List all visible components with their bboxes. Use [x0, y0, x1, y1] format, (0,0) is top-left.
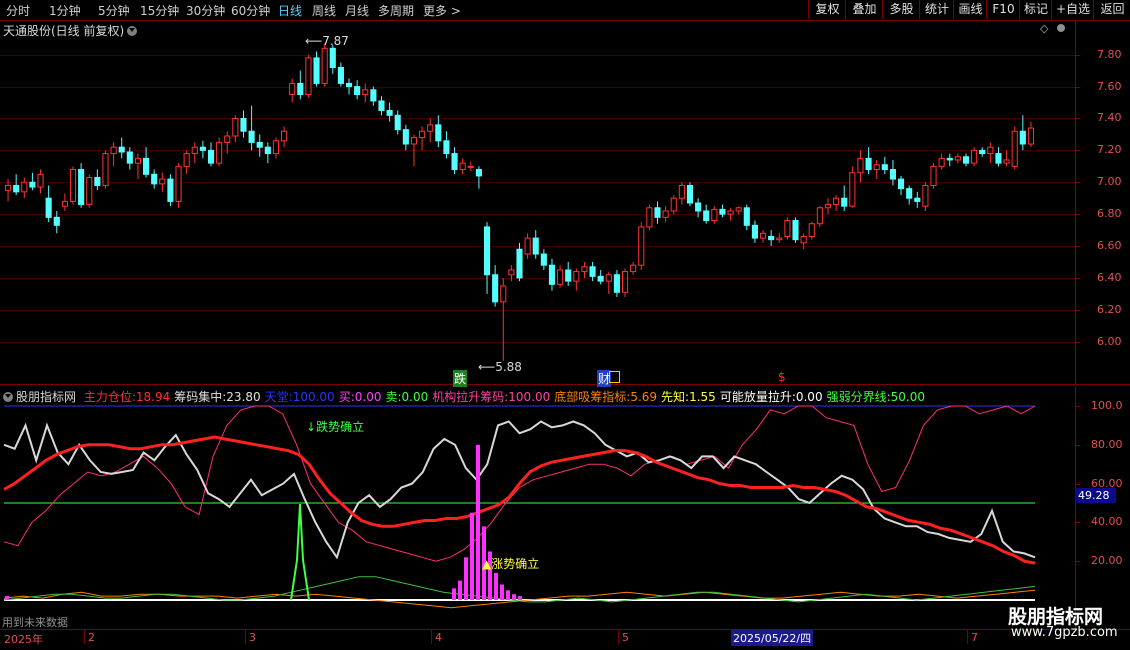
price-tick-label: 6.60: [1097, 239, 1122, 253]
price-tick-label: 7.60: [1097, 79, 1122, 93]
price-tick-label: 7.00: [1097, 175, 1122, 189]
price-tick-mark: [1075, 86, 1080, 88]
x-label-may: 5: [622, 631, 629, 644]
price-tick-label: 7.40: [1097, 111, 1122, 125]
x-separator: [967, 630, 968, 644]
future-data-label: 用到未来数据: [2, 616, 68, 629]
price-tick-label: 6.40: [1097, 270, 1122, 284]
sell-signal-spike: [290, 503, 310, 601]
downtrend-annotation: ↓跌势确立: [306, 420, 365, 434]
indicator-tick-label: 40.00: [1091, 515, 1123, 529]
current-value-badge: 49.28: [1075, 488, 1116, 503]
crosshair-date-label: 2025/05/22/四: [731, 630, 814, 646]
price-tick-label: 7.20: [1097, 143, 1122, 157]
price-tick-mark: [1075, 54, 1080, 56]
price-tick-label: 6.20: [1097, 302, 1122, 316]
price-tick-mark: [1075, 309, 1080, 311]
price-tick-mark: [1075, 341, 1080, 343]
indicator-tick-label: 100.0: [1091, 399, 1123, 412]
watermark-url: www.7gpzb.com: [1011, 625, 1118, 640]
indicator-tick-mark: [1075, 406, 1080, 407]
buy-signal-bar: [5, 596, 9, 600]
x-separator: [84, 630, 85, 644]
indicator-tick-mark: [1075, 561, 1080, 563]
x-label-year: 2025年: [4, 633, 43, 646]
buy-signal-bar: [518, 596, 522, 600]
indicator-tick-mark: [1075, 444, 1080, 446]
buy-signal-bar: [494, 572, 498, 600]
price-tick-label: 6.00: [1097, 334, 1122, 348]
indicator-axis-line: [1075, 386, 1076, 630]
indicator-chart[interactable]: [0, 0, 1075, 629]
uptrend-annotation: ▲涨势确立: [482, 557, 540, 571]
price-tick-mark: [1075, 150, 1080, 152]
buy-signal-bar: [470, 512, 474, 600]
indicator-tick-label: 20.00: [1091, 554, 1123, 568]
price-tick-mark: [1075, 246, 1080, 248]
buy-signal-bar: [464, 557, 468, 600]
buy-signal-bar: [452, 588, 456, 600]
price-tick-mark: [1075, 214, 1080, 216]
price-tick-mark: [1075, 118, 1080, 120]
x-separator: [245, 630, 246, 644]
buy-signal-bar: [506, 590, 510, 600]
buy-signal-bar: [512, 594, 516, 600]
x-label-mar: 3: [249, 631, 256, 644]
price-tick-mark: [1075, 277, 1080, 279]
x-label-apr: 4: [435, 631, 442, 644]
back-button[interactable]: 返回: [1093, 0, 1130, 19]
date-axis-line: [0, 629, 1130, 630]
price-axis-line: [1075, 20, 1076, 385]
x-separator: [618, 630, 619, 644]
price-tick-label: 7.80: [1097, 47, 1122, 61]
buy-signal-bar: [458, 580, 462, 600]
x-separator: [431, 630, 432, 644]
price-tick-mark: [1075, 182, 1080, 184]
indicator-tick-mark: [1075, 522, 1080, 524]
buy-signal-bar: [500, 584, 504, 600]
x-label-jul: 7: [971, 631, 978, 644]
buy-signal-bar: [476, 444, 480, 600]
price-tick-label: 6.80: [1097, 207, 1122, 221]
indicator-tick-mark: [1075, 483, 1080, 485]
indicator-tick-label: 80.00: [1091, 437, 1123, 451]
x-label-feb: 2: [88, 631, 95, 644]
